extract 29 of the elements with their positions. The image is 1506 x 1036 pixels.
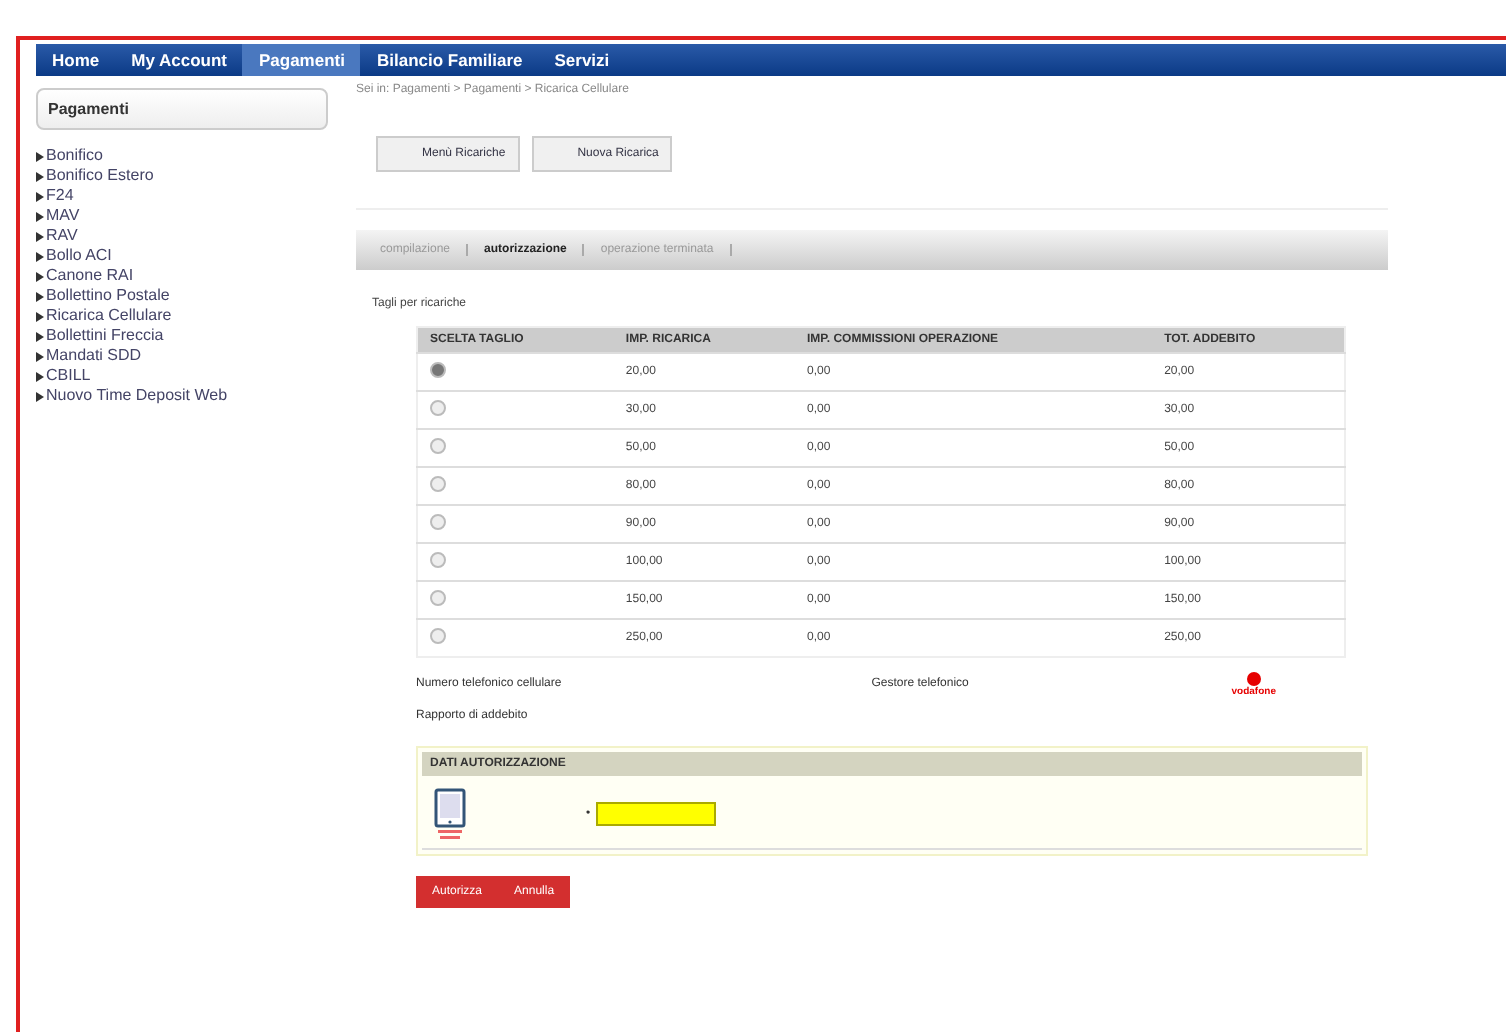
radio-button[interactable]	[430, 552, 446, 568]
radio-button[interactable]	[430, 362, 446, 378]
nav-tab[interactable]: Home	[36, 44, 116, 76]
sidebar-link[interactable]: MAV	[46, 206, 80, 226]
sidebar-link[interactable]: Bollettini Freccia	[46, 326, 164, 346]
radio-button[interactable]	[430, 476, 446, 492]
nav-tab[interactable]: Pagamenti	[242, 44, 361, 76]
sidebar-link[interactable]: Ricarica Cellulare	[46, 306, 172, 326]
radio-button[interactable]	[430, 400, 446, 416]
sidebar-link[interactable]: Bonifico Estero	[46, 166, 154, 186]
sidebar-link[interactable]: Bollettino Postale	[46, 286, 170, 306]
sidebar-link[interactable]: F24	[46, 186, 74, 206]
input-field[interactable]	[596, 802, 717, 826]
nav-tab[interactable]: My Account	[115, 44, 243, 76]
radio-button[interactable]	[430, 438, 446, 454]
radio-button[interactable]	[430, 628, 446, 644]
nav-tab[interactable]: Servizi	[538, 44, 626, 76]
sidebar-link[interactable]: Bonifico	[46, 146, 103, 166]
tablet-icon	[434, 788, 466, 840]
radio-button[interactable]	[430, 514, 446, 530]
sidebar-link[interactable]: Canone RAI	[46, 266, 134, 286]
sidebar-link[interactable]: RAV	[46, 226, 78, 246]
sidebar-link[interactable]: Nuovo Time Deposit Web	[46, 386, 228, 406]
radio-button[interactable]	[430, 590, 446, 606]
sidebar-link[interactable]: Bollo ACI	[46, 246, 112, 266]
sidebar-link[interactable]: CBILL	[46, 366, 91, 386]
nav-tab[interactable]: Bilancio Familiare	[360, 44, 539, 76]
sidebar-title: Pagamenti	[36, 88, 328, 130]
sidebar-link[interactable]: Mandati SDD	[46, 346, 142, 366]
